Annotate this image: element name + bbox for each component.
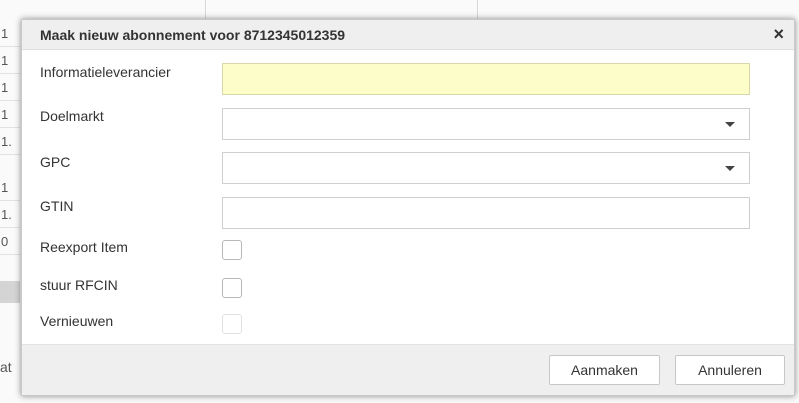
- background-text: at: [0, 359, 12, 375]
- column-divider: [477, 0, 478, 20]
- gpc-label: GPC: [40, 154, 71, 170]
- chevron-down-icon: [725, 122, 735, 127]
- table-row: 1: [0, 20, 20, 47]
- dialog-header: Maak nieuw abonnement voor 8712345012359…: [22, 20, 794, 50]
- rfcin-checkbox[interactable]: [222, 278, 242, 298]
- chevron-down-icon: [725, 166, 735, 171]
- background-bar: [0, 281, 20, 303]
- rfcin-label: stuur RFCIN: [40, 277, 118, 293]
- dialog-footer: Aanmaken Annuleren: [22, 344, 794, 395]
- table-row: 1: [0, 101, 20, 128]
- gpc-select[interactable]: [222, 152, 750, 184]
- create-subscription-dialog: Maak nieuw abonnement voor 8712345012359…: [21, 19, 795, 396]
- cancel-button[interactable]: Annuleren: [675, 355, 785, 385]
- gtin-field[interactable]: [222, 197, 750, 229]
- doelmarkt-select[interactable]: [222, 108, 750, 140]
- table-row: 1: [0, 74, 20, 101]
- reexport-checkbox[interactable]: [222, 240, 242, 260]
- dialog-title: Maak nieuw abonnement voor 8712345012359: [40, 27, 346, 43]
- table-row: 1.: [0, 201, 20, 228]
- gtin-label: GTIN: [40, 198, 74, 214]
- table-row: 0: [0, 228, 20, 255]
- close-icon[interactable]: ×: [773, 24, 784, 44]
- table-row: 1: [0, 47, 20, 74]
- create-button[interactable]: Aanmaken: [549, 355, 660, 385]
- table-row: 1: [0, 174, 20, 201]
- doelmarkt-label: Doelmarkt: [40, 108, 104, 124]
- vernieuwen-checkbox: [222, 314, 242, 334]
- table-row: 1.: [0, 128, 20, 155]
- column-divider: [205, 0, 206, 20]
- informatieleverancier-label: Informatieleverancier: [40, 64, 171, 80]
- informatieleverancier-field[interactable]: [222, 63, 750, 95]
- vernieuwen-label: Vernieuwen: [40, 313, 114, 329]
- reexport-label: Reexport Item: [40, 239, 128, 255]
